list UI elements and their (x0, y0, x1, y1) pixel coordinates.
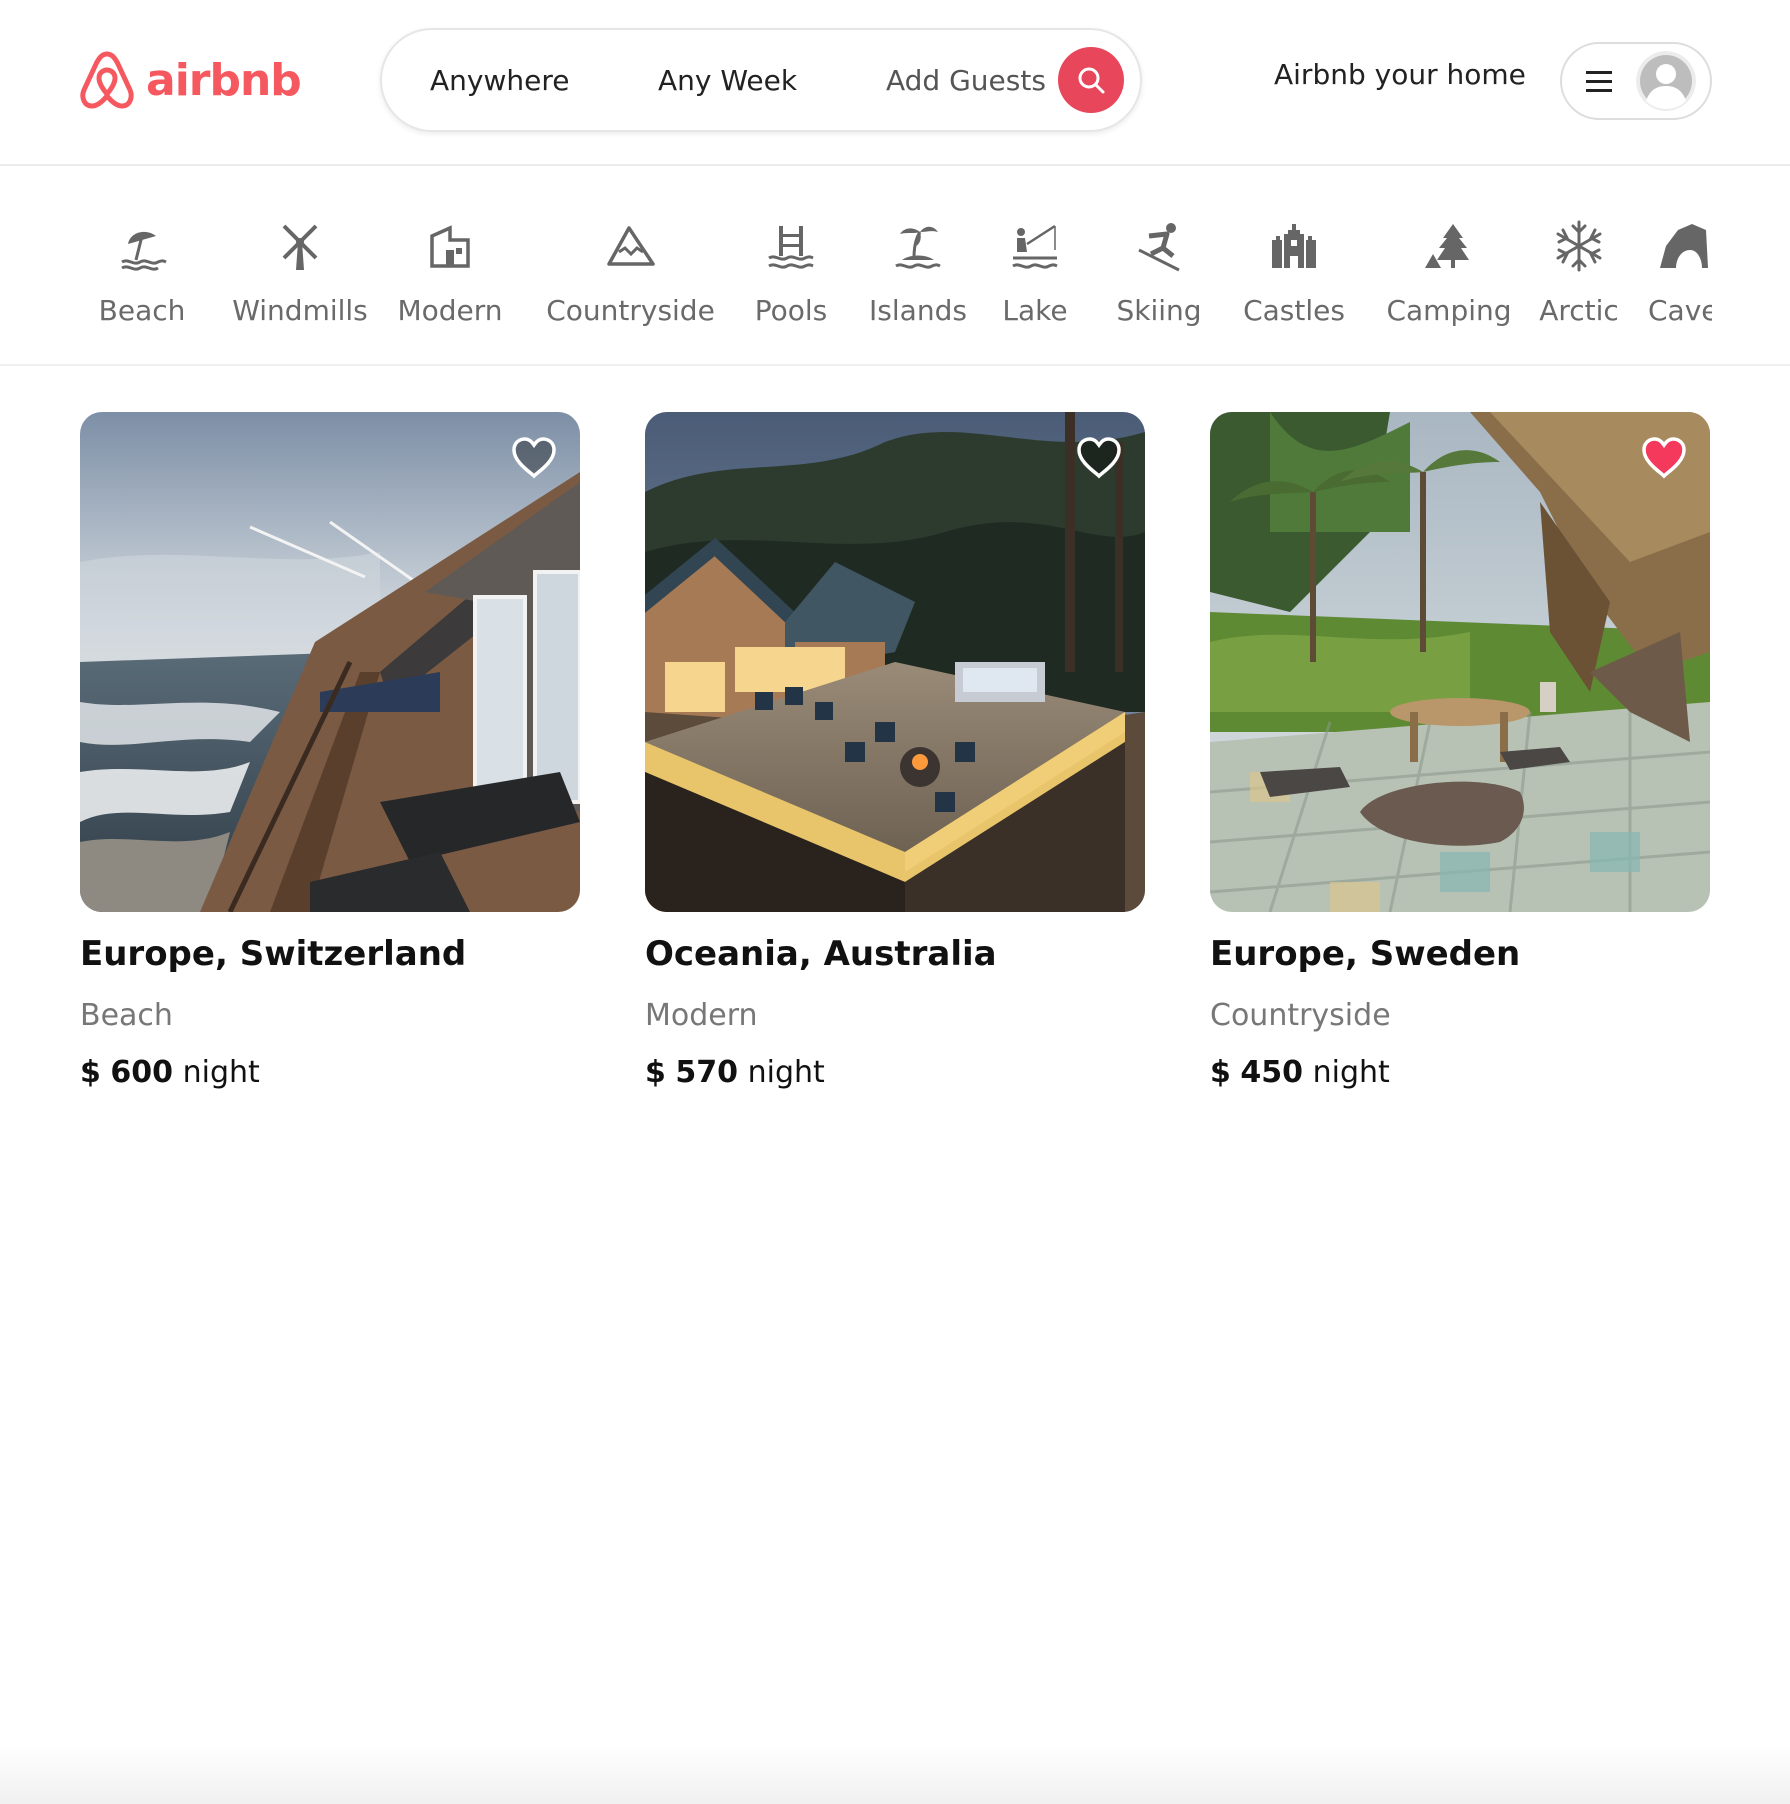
category-camping[interactable]: Camping (1384, 220, 1514, 340)
listing-card[interactable]: Oceania, Australia Modern $ 570 night (645, 412, 1145, 1090)
snowflake-icon (1556, 220, 1602, 272)
price-amount: 450 (1240, 1055, 1304, 1090)
category-label: Lake (1002, 294, 1068, 327)
search-when[interactable]: Any Week (658, 30, 797, 130)
price-amount: 600 (110, 1055, 174, 1090)
listing-card[interactable]: Europe, Switzerland Beach $ 600 night (80, 412, 580, 1090)
category-beach[interactable]: Beach (99, 220, 185, 340)
price-currency: $ (1210, 1055, 1231, 1090)
listing-photo[interactable] (1210, 412, 1710, 912)
listing-price: $ 570 night (645, 1055, 1145, 1090)
favorite-heart-icon[interactable] (510, 434, 558, 482)
category-label: Caves (1648, 294, 1712, 327)
windmill-icon (282, 224, 318, 270)
favorite-heart-icon[interactable] (1640, 434, 1688, 482)
hamburger-icon (1586, 71, 1612, 92)
search-where[interactable]: Anywhere (430, 30, 569, 130)
category-castles[interactable]: Castles (1238, 220, 1350, 340)
listing-category: Countryside (1210, 998, 1391, 1033)
category-label: Islands (869, 294, 967, 327)
category-label: Pools (754, 294, 828, 327)
search-bar[interactable]: Anywhere Any Week Add Guests (380, 28, 1142, 132)
price-unit: night (1312, 1055, 1390, 1090)
host-link[interactable]: Airbnb your home (1274, 58, 1526, 91)
category-label: Beach (98, 294, 186, 327)
category-lake[interactable]: Lake (1002, 220, 1068, 340)
island-icon (895, 226, 941, 269)
search-guests[interactable]: Add Guests (886, 30, 1046, 130)
category-label: Castles (1243, 294, 1345, 327)
mountain-icon (606, 226, 655, 266)
category-label: Modern (397, 294, 503, 327)
category-countryside[interactable]: Countryside (546, 220, 715, 340)
user-menu-button[interactable] (1560, 42, 1712, 120)
category-label: Arctic (1539, 294, 1619, 327)
listing-price: $ 600 night (80, 1055, 580, 1090)
pool-icon (768, 226, 814, 269)
user-avatar-icon (1636, 51, 1696, 111)
category-arctic[interactable]: Arctic (1539, 220, 1619, 340)
listing-location: Europe, Sweden (1210, 934, 1521, 974)
listing-photo[interactable] (645, 412, 1145, 912)
listing-category: Beach (80, 998, 173, 1033)
price-currency: $ (645, 1055, 666, 1090)
beach-umbrella-icon (121, 231, 167, 271)
top-header: airbnb Anywhere Any Week Add Guests Airb… (0, 0, 1790, 166)
cave-icon (1660, 224, 1708, 268)
lake-fishing-icon (1012, 224, 1058, 269)
listing-category: Modern (645, 998, 758, 1033)
skier-icon (1138, 223, 1180, 272)
airbnb-logo[interactable]: airbnb (78, 48, 302, 112)
category-bar: Beach Windmills Modern Countryside Pools… (0, 168, 1790, 366)
listing-card[interactable]: Europe, Sweden Countryside $ 450 night (1210, 412, 1710, 1090)
modern-building-icon (430, 225, 470, 268)
favorite-heart-icon[interactable] (1075, 434, 1123, 482)
price-unit: night (182, 1055, 260, 1090)
listing-photo[interactable] (80, 412, 580, 912)
listing-price: $ 450 night (1210, 1055, 1710, 1090)
castle-icon (1272, 224, 1316, 268)
category-label: Skiing (1116, 294, 1202, 327)
search-icon (1078, 67, 1105, 94)
category-label: Camping (1386, 294, 1512, 327)
price-unit: night (747, 1055, 825, 1090)
category-pools[interactable]: Pools (750, 220, 832, 340)
price-currency: $ (80, 1055, 101, 1090)
camping-icon (1425, 224, 1469, 268)
category-islands[interactable]: Islands (868, 220, 968, 340)
search-button[interactable] (1058, 47, 1124, 113)
category-windmills[interactable]: Windmills (230, 220, 370, 340)
category-label: Windmills (232, 294, 368, 327)
brand-name: airbnb (146, 54, 302, 106)
category-strip: Beach Windmills Modern Countryside Pools… (78, 168, 1712, 364)
price-amount: 570 (675, 1055, 739, 1090)
category-skiing[interactable]: Skiing (1104, 220, 1214, 340)
category-label: Countryside (546, 294, 715, 327)
category-caves[interactable]: Caves (1648, 220, 1712, 340)
airbnb-logo-icon (80, 51, 134, 109)
listing-location: Oceania, Australia (645, 934, 997, 974)
listing-location: Europe, Switzerland (80, 934, 467, 974)
bottom-shadow (0, 1744, 1790, 1804)
category-modern[interactable]: Modern (397, 220, 503, 340)
